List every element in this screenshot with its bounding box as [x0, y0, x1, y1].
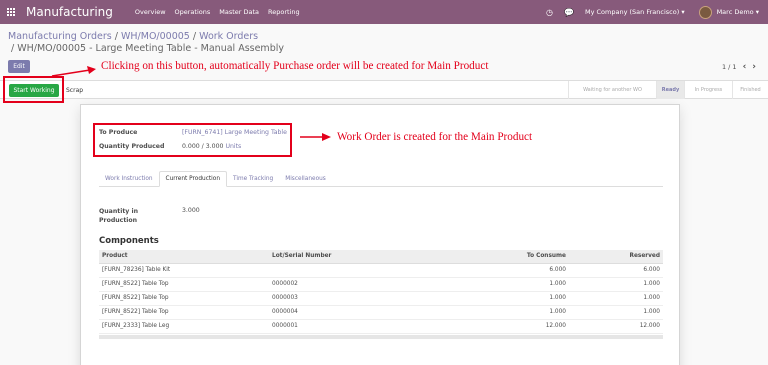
- menu-operations[interactable]: Operations: [175, 8, 211, 16]
- cell-lot: [269, 263, 419, 278]
- table-row[interactable]: [FURN_8522] Table Top 0000003 1.000 1.00…: [99, 291, 663, 306]
- activity-clock-icon[interactable]: ◷: [546, 8, 553, 17]
- cell-reserved: 1.000: [569, 291, 663, 306]
- annotation-work-order-note: Work Order is created for the Main Produ…: [337, 131, 533, 143]
- tab-time-tracking[interactable]: Time Tracking: [227, 171, 279, 187]
- form-notebook-tabs: Work Instruction Current Production Time…: [99, 171, 663, 187]
- messaging-chat-icon[interactable]: 💬: [564, 8, 574, 17]
- stage-in-progress: In Progress: [684, 81, 732, 99]
- cell-to-consume: 12.000: [419, 319, 569, 334]
- table-row[interactable]: [FURN_2333] Table Leg 0000001 12.000 12.…: [99, 319, 663, 334]
- table-header-row: Product Lot/Serial Number To Consume Res…: [99, 250, 663, 264]
- chevron-down-icon: ▾: [755, 8, 759, 16]
- pager-previous-icon[interactable]: ‹: [743, 62, 747, 72]
- cell-lot: 0000004: [269, 305, 419, 320]
- breadcrumb-current: WH/MO/00005 - Large Meeting Table - Manu…: [17, 43, 284, 54]
- chevron-down-icon: ▾: [681, 8, 685, 16]
- cell-reserved: 1.000: [569, 277, 663, 292]
- menu-reporting[interactable]: Reporting: [268, 8, 300, 16]
- cell-lot: 0000002: [269, 277, 419, 292]
- stage-finished: Finished: [732, 81, 768, 99]
- annotation-start-working-note: Clicking on this button, automatically P…: [101, 60, 489, 72]
- col-reserved[interactable]: Reserved: [569, 250, 663, 264]
- col-lot-serial[interactable]: Lot/Serial Number: [269, 250, 419, 264]
- form-statusbar: Start Working Scrap Waiting for another …: [0, 80, 768, 99]
- edit-button[interactable]: Edit: [8, 60, 30, 73]
- scrap-button[interactable]: Scrap: [66, 84, 83, 97]
- cell-lot: 0000001: [269, 319, 419, 334]
- breadcrumb-separator: /: [111, 31, 122, 42]
- apps-menu-icon[interactable]: [0, 0, 22, 24]
- cell-product: [FURN_78236] Table Kit: [99, 263, 269, 278]
- tab-work-instruction[interactable]: Work Instruction: [99, 171, 159, 187]
- cell-product: [FURN_8522] Table Top: [99, 277, 269, 292]
- start-button-highlight: [3, 76, 64, 103]
- col-to-consume[interactable]: To Consume: [419, 250, 569, 264]
- cell-reserved: 1.000: [569, 305, 663, 320]
- cell-to-consume: 6.000: [419, 263, 569, 278]
- top-navbar: Manufacturing Overview Operations Master…: [0, 0, 768, 24]
- cell-reserved: 6.000: [569, 263, 663, 278]
- breadcrumb-separator: /: [189, 31, 200, 42]
- work-order-highlight: [93, 123, 292, 157]
- cell-product: [FURN_8522] Table Top: [99, 305, 269, 320]
- pager-value: 1 / 1: [721, 63, 737, 71]
- menu-master-data[interactable]: Master Data: [219, 8, 259, 16]
- cell-to-consume: 1.000: [419, 305, 569, 320]
- components-title: Components: [99, 236, 159, 246]
- menu-overview[interactable]: Overview: [135, 8, 166, 16]
- cell-to-consume: 1.000: [419, 291, 569, 306]
- user-menu[interactable]: Marc Demo ▾: [717, 8, 759, 16]
- cell-lot: 0000003: [269, 291, 419, 306]
- breadcrumb-manufacturing-orders[interactable]: Manufacturing Orders: [8, 31, 112, 42]
- table-row[interactable]: [FURN_8522] Table Top 0000002 1.000 1.00…: [99, 277, 663, 292]
- stage-waiting: Waiting for another WO: [568, 81, 656, 99]
- table-footer: [99, 335, 663, 339]
- components-table: Product Lot/Serial Number To Consume Res…: [99, 250, 663, 334]
- company-switcher[interactable]: My Company (San Francisco) ▾: [585, 8, 685, 16]
- breadcrumb-separator: /: [8, 43, 18, 54]
- annotation-arrow: [300, 133, 331, 141]
- tab-current-production[interactable]: Current Production: [158, 171, 228, 187]
- stage-ready: Ready: [656, 81, 684, 99]
- pager-next-icon[interactable]: ›: [752, 62, 756, 72]
- user-avatar[interactable]: [698, 5, 712, 19]
- cell-product: [FURN_2333] Table Leg: [99, 319, 269, 334]
- breadcrumb-mo[interactable]: WH/MO/00005: [121, 31, 190, 42]
- stage-pipeline: Waiting for another WO Ready In Progress…: [568, 81, 768, 99]
- breadcrumb-work-orders[interactable]: Work Orders: [199, 31, 258, 42]
- table-row[interactable]: [FURN_8522] Table Top 0000004 1.000 1.00…: [99, 305, 663, 320]
- col-product[interactable]: Product: [99, 250, 269, 264]
- quantity-in-production-label: Quantity in Production: [99, 208, 138, 224]
- cell-product: [FURN_8522] Table Top: [99, 291, 269, 306]
- cell-to-consume: 1.000: [419, 277, 569, 292]
- table-row[interactable]: [FURN_78236] Table Kit 6.000 6.000: [99, 263, 663, 278]
- tab-miscellaneous[interactable]: Miscellaneous: [279, 171, 332, 187]
- quantity-in-production-value: 3.000: [182, 207, 200, 214]
- annotation-arrow: [51, 66, 96, 77]
- app-name[interactable]: Manufacturing: [26, 5, 113, 19]
- cell-reserved: 12.000: [569, 319, 663, 334]
- breadcrumb: Manufacturing Orders / WH/MO/00005 / Wor…: [8, 31, 284, 55]
- pager: 1 / 1 ‹ ›: [722, 62, 756, 72]
